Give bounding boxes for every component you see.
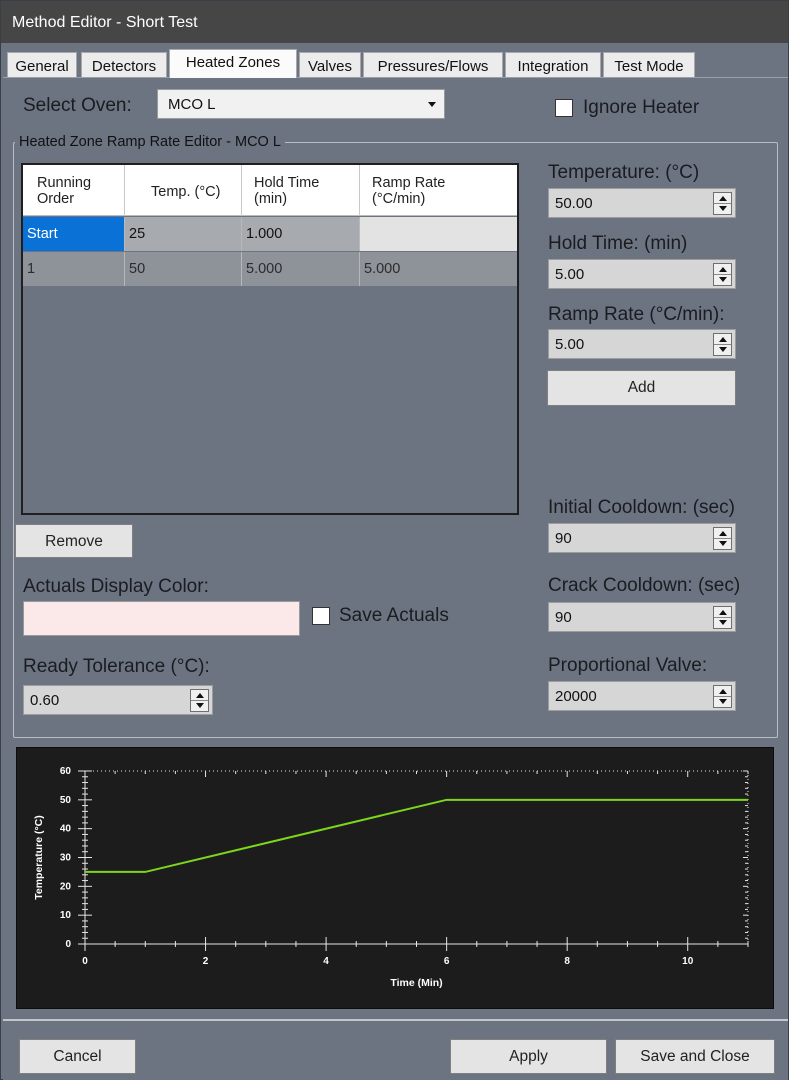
initial-cooldown-input[interactable]: 90 (548, 523, 736, 553)
tab-general[interactable]: General (7, 52, 77, 77)
temperature-label: Temperature: (°C) (548, 162, 700, 183)
select-oven-dropdown[interactable]: MCO L (157, 89, 445, 119)
y-tick-label: 50 (60, 795, 72, 806)
table-cell[interactable]: 5.000 (360, 252, 517, 286)
heated-zones-panel: Select Oven: MCO L Ignore Heater Heated … (3, 77, 788, 1019)
x-tick-label: 2 (203, 956, 209, 967)
dialog-footer: Cancel Apply Save and Close (3, 1019, 788, 1080)
method-editor-window: Method Editor - Short Test General Detec… (0, 0, 789, 1080)
add-button[interactable]: Add (547, 370, 736, 406)
tab-integration[interactable]: Integration (505, 52, 601, 77)
table-cell[interactable]: 1.000 (242, 217, 360, 251)
header-line: (min) (254, 191, 288, 207)
tab-strip: General Detectors Heated Zones Valves Pr… (3, 49, 788, 78)
ready-tolerance-input[interactable]: 0.60 (23, 685, 213, 715)
table-cell[interactable]: 1 (23, 252, 125, 286)
x-tick-label: 10 (682, 956, 694, 967)
spinner-arrows-icon[interactable] (713, 606, 732, 629)
column-header-ramp-rate[interactable]: Ramp Rate (°C/min) (360, 165, 517, 216)
header-line: Temp. (°C) (151, 184, 221, 200)
hold-time-label: Hold Time: (min) (548, 233, 688, 254)
table-cell[interactable]: 50 (125, 252, 242, 286)
x-tick-label: 6 (444, 956, 450, 967)
y-tick-label: 20 (60, 881, 72, 892)
y-tick-label: 0 (65, 939, 71, 950)
header-line: (°C/min) (372, 191, 426, 207)
tab-pressures-flows[interactable]: Pressures/Flows (363, 52, 503, 77)
ramp-table[interactable]: Running Order Temp. (°C) Hold Time (min)… (21, 163, 519, 515)
header-line: Order (37, 191, 75, 207)
save-actuals-label: Save Actuals (339, 605, 449, 626)
x-axis-label: Time (Min) (390, 977, 442, 989)
apply-button[interactable]: Apply (450, 1039, 607, 1074)
table-cell[interactable]: Start (23, 217, 125, 251)
x-tick-label: 4 (323, 956, 329, 967)
temperature-input[interactable]: 50.00 (548, 188, 736, 218)
temperature-value: 50.00 (555, 195, 593, 212)
header-line: Running (37, 175, 92, 191)
ramp-rate-input[interactable]: 5.00 (548, 329, 736, 359)
ramp-rate-value: 5.00 (555, 336, 585, 353)
ramp-rate-label: Ramp Rate (°C/min): (548, 304, 725, 325)
crack-cooldown-value: 90 (555, 609, 572, 626)
spinner-arrows-icon[interactable] (713, 527, 732, 550)
crack-cooldown-input[interactable]: 90 (548, 602, 736, 632)
save-and-close-button[interactable]: Save and Close (615, 1039, 775, 1074)
column-header-running-order[interactable]: Running Order (23, 165, 125, 216)
ramp-rate-editor-title: Heated Zone Ramp Rate Editor - MCO L (15, 134, 285, 150)
header-line: Hold Time (254, 175, 320, 191)
column-header-temp[interactable]: Temp. (°C) (125, 165, 242, 216)
ready-tolerance-label: Ready Tolerance (°C): (23, 656, 210, 677)
select-oven-value: MCO L (168, 96, 216, 113)
column-header-hold-time[interactable]: Hold Time (min) (242, 165, 360, 216)
ignore-heater-label: Ignore Heater (583, 97, 700, 118)
tab-heated-zones[interactable]: Heated Zones (169, 49, 297, 78)
y-tick-label: 60 (60, 766, 72, 777)
table-cell[interactable]: 25 (125, 217, 242, 251)
table-cell[interactable] (360, 217, 517, 251)
spinner-arrows-icon[interactable] (713, 192, 732, 215)
spinner-arrows-icon[interactable] (190, 689, 209, 712)
tab-valves[interactable]: Valves (299, 52, 361, 77)
window-title: Method Editor - Short Test (1, 1, 788, 43)
initial-cooldown-value: 90 (555, 530, 572, 547)
actuals-color-picker[interactable] (23, 601, 300, 636)
crack-cooldown-label: Crack Cooldown: (sec) (548, 575, 741, 596)
header-line: Ramp Rate (372, 175, 446, 191)
initial-cooldown-label: Initial Cooldown: (sec) (548, 497, 735, 518)
tab-detectors[interactable]: Detectors (81, 52, 167, 77)
proportional-valve-label: Proportional Valve: (548, 655, 708, 676)
table-cell[interactable]: 5.000 (242, 252, 360, 286)
hold-time-value: 5.00 (555, 266, 585, 283)
y-tick-label: 40 (60, 824, 72, 835)
actuals-color-label: Actuals Display Color: (23, 576, 209, 597)
spinner-arrows-icon[interactable] (713, 333, 732, 356)
temperature-profile-chart: 0 2 4 6 8 10 0 10 20 30 40 50 60 Time (Min) Temperatur… (16, 747, 774, 1009)
hold-time-input[interactable]: 5.00 (548, 259, 736, 289)
chart-svg: 0 2 4 6 8 10 0 10 20 30 40 50 60 Time (Min) Temperatur… (33, 766, 749, 989)
proportional-valve-value: 20000 (555, 688, 597, 705)
chevron-down-icon (428, 102, 436, 107)
x-tick-label: 0 (82, 956, 88, 967)
y-axis-label: Temperature (°C) (33, 815, 45, 900)
select-oven-label: Select Oven: (23, 95, 132, 116)
spinner-arrows-icon[interactable] (713, 263, 732, 286)
cancel-button[interactable]: Cancel (19, 1039, 136, 1074)
series-line (85, 798, 748, 873)
x-tick-label: 8 (564, 956, 570, 967)
ready-tolerance-value: 0.60 (30, 692, 60, 709)
proportional-valve-input[interactable]: 20000 (548, 681, 736, 711)
y-tick-label: 30 (60, 853, 72, 864)
y-tick-label: 10 (60, 910, 72, 921)
tab-test-mode[interactable]: Test Mode (603, 52, 695, 77)
ignore-heater-checkbox[interactable] (555, 99, 573, 117)
spinner-arrows-icon[interactable] (713, 685, 732, 708)
remove-button[interactable]: Remove (15, 524, 133, 558)
save-actuals-checkbox[interactable] (312, 607, 330, 625)
